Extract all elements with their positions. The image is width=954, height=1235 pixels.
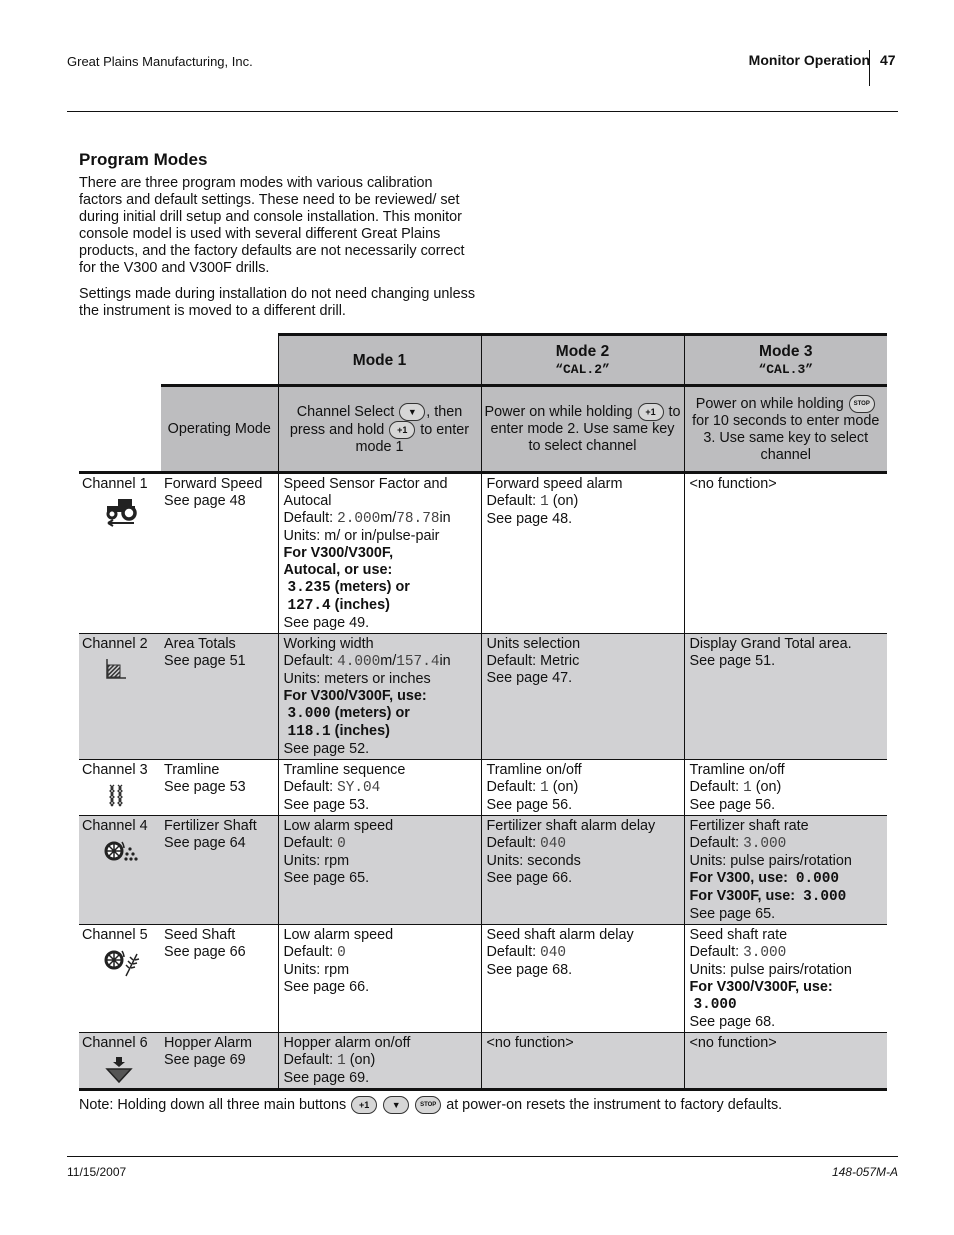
section-name: Monitor Operation xyxy=(748,52,870,68)
tramline-icon xyxy=(109,784,123,807)
table-row: Channel 5 Seed Shaft See page 66 Low alar… xyxy=(79,924,887,1033)
select-key-icon: ▼ xyxy=(399,402,426,421)
mode1-cell: Low alarm speed Default: 0 Units: rpm Se… xyxy=(277,924,481,1033)
plus1-key-icon: +1 xyxy=(351,1096,378,1114)
reset-note: Note: Holding down all three main button… xyxy=(79,1096,783,1114)
mode3-cell: <no function> xyxy=(683,471,887,634)
mode2-cell: Fertilizer shaft alarm delay Default: 04… xyxy=(480,815,684,925)
channel-cell: Channel 4 xyxy=(79,815,161,925)
table-row: Channel 6 Hopper Alarm See page 69 Hopper… xyxy=(79,1032,887,1091)
program-modes-table: Mode 1 Mode 2 “CAL.2” Mode 3 “CAL.3” Opera… xyxy=(79,333,887,1091)
mode1-cell: Hopper alarm on/off Default: 1 (on) See … xyxy=(277,1032,481,1091)
mode2-cell: Tramline on/off Default: 1 (on) See page… xyxy=(480,759,684,816)
function-cell: Seed Shaft See page 66 xyxy=(161,924,278,1033)
table-row: Channel 2 Area Totals See page 51 Working… xyxy=(79,633,887,760)
operating-mode-label: Operating Mode xyxy=(161,384,278,473)
table-row: Channel 4 Fertilizer Shaft See page 64 Lo… xyxy=(79,815,887,925)
plus1-key-icon: +1 xyxy=(389,420,416,439)
channel-cell: Channel 6 xyxy=(79,1032,161,1091)
tractor-icon xyxy=(106,499,137,527)
page-number: 47 xyxy=(880,52,896,68)
mode3-cell: <no function> xyxy=(683,1032,887,1091)
header-divider xyxy=(869,50,870,86)
intro-text: There are three program modes with vario… xyxy=(79,175,479,329)
mode2-cell: Seed shaft alarm delay Default: 040 See … xyxy=(480,924,684,1033)
seed-shaft-icon xyxy=(104,950,140,977)
mode1-operating: Channel Select ▼, then press and hold +1… xyxy=(277,384,481,473)
stop-key-icon: STOP xyxy=(415,1096,442,1114)
mode3-cell: Tramline on/off Default: 1 (on) See page… xyxy=(683,759,887,816)
footer-rule xyxy=(67,1156,898,1157)
mode2-cell: Units selection Default: Metric See page… xyxy=(480,633,684,760)
intro-paragraph: Settings made during installation do not… xyxy=(79,286,476,319)
plus1-key-icon: +1 xyxy=(637,403,664,421)
mode3-header: Mode 3 “CAL.3” xyxy=(683,333,887,386)
function-cell: Fertilizer Shaft See page 64 xyxy=(161,815,278,925)
mode2-header: Mode 2 “CAL.2” xyxy=(480,333,684,386)
modes-header-row: Mode 1 Mode 2 “CAL.2” Mode 3 “CAL.3” xyxy=(79,333,887,386)
channel-cell: Channel 5 xyxy=(79,924,161,1033)
mode1-cell: Speed Sensor Factor and Autocal Default:… xyxy=(277,471,481,634)
mode3-operating: Power on while holding STOP for 10 secon… xyxy=(683,384,887,473)
mode2-code: “CAL.2” xyxy=(555,361,610,377)
fertilizer-shaft-icon xyxy=(104,841,138,861)
function-cell: Tramline See page 53 xyxy=(161,759,278,816)
company-name: Great Plains Manufacturing, Inc. xyxy=(67,54,253,69)
channel-cell: Channel 3 xyxy=(79,759,161,816)
channel-cell: Channel 2 xyxy=(79,633,161,760)
function-cell: Hopper Alarm See page 69 xyxy=(161,1032,278,1091)
function-cell: Area Totals See page 51 xyxy=(161,633,278,760)
header-rule xyxy=(67,111,898,112)
table-row: Channel 1 Forward Speed See page 48 Speed… xyxy=(79,471,887,634)
table-row: Channel 3 Tramline See page 53 Tramline s… xyxy=(79,759,887,816)
function-cell: Forward Speed See page 48 xyxy=(161,471,278,634)
mode3-cell: Seed shaft rate Default: 3.000 Units: pu… xyxy=(683,924,887,1033)
stop-key-icon: STOP xyxy=(848,394,875,413)
footer-date: 11/15/2007 xyxy=(67,1165,127,1179)
channel-cell: Channel 1 xyxy=(79,471,161,634)
mode1-header: Mode 1 xyxy=(277,333,481,386)
mode2-cell: Forward speed alarm Default: 1 (on) See … xyxy=(480,471,684,634)
area-icon xyxy=(106,659,126,679)
hopper-icon xyxy=(105,1057,133,1084)
mode2-operating: Power on while holding +1 to enter mode … xyxy=(480,384,684,473)
section-title: Program Modes xyxy=(79,150,208,169)
mode3-code: “CAL.3” xyxy=(758,361,814,377)
operating-mode-row: Operating Mode Channel Select ▼, then pr… xyxy=(79,384,887,473)
mode1-cell: Low alarm speed Default: 0 Units: rpm Se… xyxy=(277,815,481,925)
footer-doc-number: 148-057M-A xyxy=(831,1165,898,1179)
mode1-cell: Tramline sequence Default: SY.04 See pag… xyxy=(277,759,481,816)
mode3-cell: Fertilizer shaft rate Default: 3.000 Uni… xyxy=(683,815,887,925)
intro-paragraph: There are three program modes with vario… xyxy=(79,175,465,276)
select-key-icon: ▼ xyxy=(383,1096,410,1114)
mode2-cell: <no function> xyxy=(480,1032,684,1091)
mode3-cell: Display Grand Total area. See page 51. xyxy=(683,633,887,760)
mode1-cell: Working width Default: 4.000m/157.4in Un… xyxy=(277,633,481,760)
